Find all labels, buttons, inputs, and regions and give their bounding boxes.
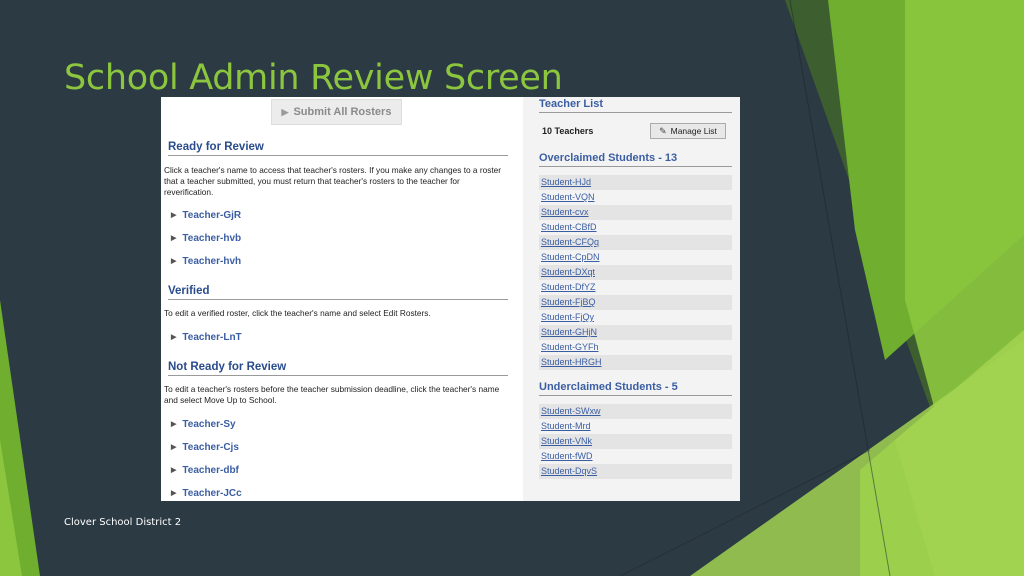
teacher-link[interactable]: ▶ Teacher-LnT (171, 332, 242, 344)
student-link[interactable]: Student-DfYZ (539, 280, 732, 295)
teacher-list-panel: Teacher List 10 Teachers ✎ Manage List O… (523, 97, 740, 501)
ready-for-review-description: Click a teacher's name to access that te… (164, 165, 502, 197)
not-ready-heading: Not Ready for Review (168, 360, 508, 376)
student-link[interactable]: Student-DXqt (539, 265, 732, 280)
student-link[interactable]: Student-GHjN (539, 325, 732, 340)
student-link[interactable]: Student-CpDN (539, 250, 732, 265)
student-link[interactable]: Student-FjQy (539, 310, 732, 325)
underclaimed-heading: Underclaimed Students - 5 (539, 380, 732, 396)
send-icon: ▶ (281, 106, 289, 117)
manage-list-button[interactable]: ✎ Manage List (650, 123, 726, 139)
underclaimed-list: Student-SWxw Student-Mrd Student-VNk Studen… (539, 404, 732, 479)
submit-all-rosters-button[interactable]: ▶ Submit All Rosters (271, 99, 402, 125)
student-link[interactable]: Student-HJd (539, 175, 732, 190)
teacher-list-heading: Teacher List (539, 97, 732, 113)
teacher-count: 10 Teachers (542, 126, 594, 136)
pencil-icon: ✎ (659, 125, 667, 136)
caret-right-icon: ▶ (171, 444, 177, 451)
teacher-link[interactable]: ▶ Teacher-Cjs (171, 442, 239, 454)
ready-for-review-heading: Ready for Review (168, 140, 508, 156)
teacher-name: Teacher-Sy (182, 419, 236, 430)
caret-right-icon: ▶ (171, 212, 177, 219)
caret-right-icon: ▶ (171, 467, 177, 474)
teacher-link[interactable]: ▶ Teacher-JCc (171, 488, 242, 500)
slide-title: School Admin Review Screen (64, 58, 563, 98)
manage-list-label: Manage List (670, 126, 717, 136)
teacher-link[interactable]: ▶ Teacher-GjR (171, 210, 241, 222)
teacher-name: Teacher-LnT (182, 332, 242, 343)
student-link[interactable]: Student-HRGH (539, 355, 732, 370)
student-link[interactable]: Student-Mrd (539, 419, 732, 434)
caret-right-icon: ▶ (171, 235, 177, 242)
caret-right-icon: ▶ (171, 490, 177, 497)
overclaimed-list: Student-HJd Student-VQN Student-cvx Student… (539, 175, 732, 370)
teacher-name: Teacher-GjR (182, 210, 242, 221)
verified-heading: Verified (168, 284, 508, 300)
student-link[interactable]: Student-CFQq (539, 235, 732, 250)
overclaimed-heading: Overclaimed Students - 13 (539, 151, 732, 167)
caret-right-icon: ▶ (171, 421, 177, 428)
teacher-link[interactable]: ▶ Teacher-hvh (171, 256, 241, 268)
teacher-name: Teacher-hvb (182, 233, 242, 244)
student-link[interactable]: Student-VQN (539, 190, 732, 205)
teacher-link[interactable]: ▶ Teacher-dbf (171, 465, 239, 477)
student-link[interactable]: Student-fWD (539, 449, 732, 464)
student-link[interactable]: Student-cvx (539, 205, 732, 220)
caret-right-icon: ▶ (171, 258, 177, 265)
student-link[interactable]: Student-CBfD (539, 220, 732, 235)
teacher-link[interactable]: ▶ Teacher-Sy (171, 419, 236, 431)
caret-right-icon: ▶ (171, 334, 177, 341)
teacher-name: Teacher-Cjs (182, 442, 239, 453)
submit-all-rosters-label: Submit All Rosters (293, 106, 392, 118)
student-link[interactable]: Student-GYFh (539, 340, 732, 355)
teacher-name: Teacher-dbf (182, 465, 239, 476)
student-link[interactable]: Student-DqvS (539, 464, 732, 479)
rosters-panel: ▶ Submit All Rosters Ready for Review Cl… (161, 97, 511, 501)
student-link[interactable]: Student-FjBQ (539, 295, 732, 310)
teacher-link[interactable]: ▶ Teacher-hvb (171, 233, 241, 245)
slide-footer: Clover School District 2 (64, 517, 182, 528)
student-link[interactable]: Student-SWxw (539, 404, 732, 419)
teacher-name: Teacher-JCc (182, 488, 242, 499)
not-ready-description: To edit a teacher's rosters before the t… (164, 384, 500, 405)
review-screen-screenshot: ▶ Submit All Rosters Ready for Review Cl… (161, 97, 740, 501)
student-link[interactable]: Student-VNk (539, 434, 732, 449)
teacher-name: Teacher-hvh (182, 256, 242, 267)
verified-description: To edit a verified roster, click the tea… (164, 308, 431, 318)
